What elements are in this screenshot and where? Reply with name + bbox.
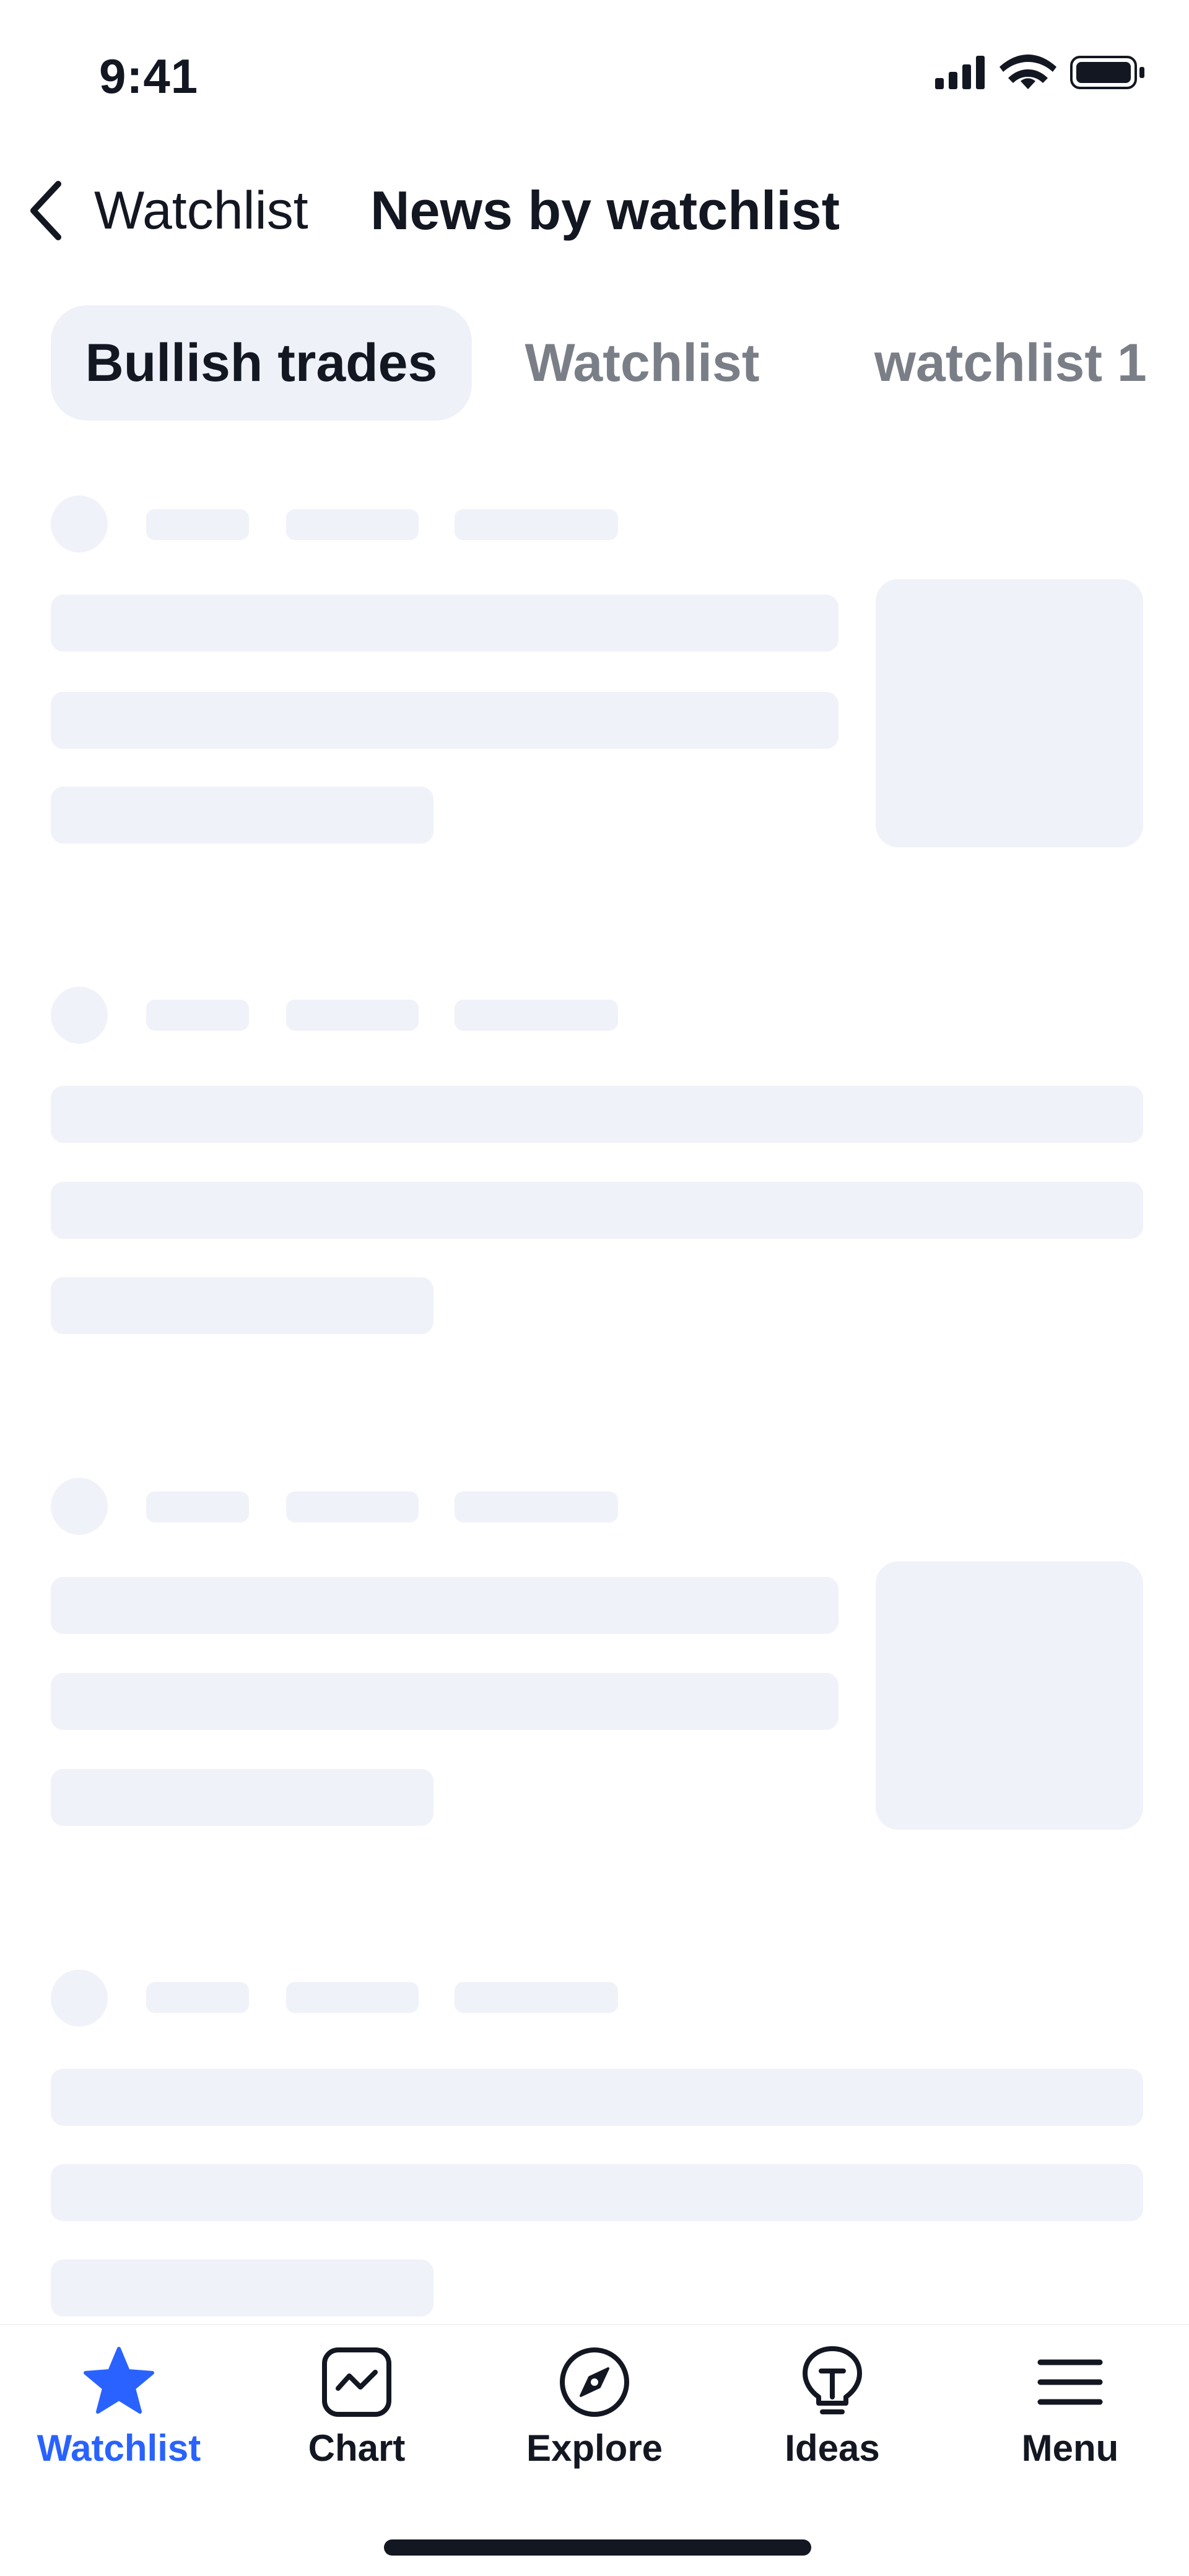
skeleton-meta — [455, 1000, 618, 1031]
tab-bar-menu[interactable]: Menu — [951, 2325, 1189, 2486]
cellular-signal-icon — [935, 56, 985, 89]
star-icon — [81, 2344, 157, 2421]
skeleton-line — [51, 1769, 433, 1826]
skeleton-thumbnail — [876, 579, 1143, 847]
skeleton-avatar — [51, 1970, 108, 2027]
skeleton-thumbnail — [876, 1561, 1143, 1830]
skeleton-meta — [286, 1000, 419, 1031]
tab-bar-chart[interactable]: Chart — [238, 2325, 476, 2486]
tab-bar-label: Watchlist — [37, 2427, 201, 2469]
skeleton-line — [51, 1673, 838, 1730]
skeleton-line — [51, 1086, 1143, 1143]
skeleton-meta — [455, 1982, 618, 2013]
skeleton-line — [51, 2259, 433, 2316]
skeleton-meta — [455, 509, 618, 540]
skeleton-meta — [455, 1491, 618, 1522]
skeleton-avatar — [51, 1478, 108, 1535]
skeleton-line — [51, 1277, 433, 1334]
skeleton-line — [51, 1182, 1143, 1239]
skeleton-meta — [286, 1491, 419, 1522]
back-button[interactable]: Watchlist — [25, 177, 308, 245]
watchlist-tabs: Bullish trades Watchlist watchlist 1 — [51, 305, 1189, 421]
back-label: Watchlist — [94, 180, 308, 240]
skeleton-line — [51, 1577, 838, 1634]
skeleton-line — [51, 2164, 1143, 2221]
bottom-tab-bar: Watchlist Chart Explore Ideas Menu — [0, 2324, 1189, 2576]
tab-bar-label: Chart — [308, 2427, 406, 2469]
skeleton-avatar — [51, 496, 108, 552]
tab-watchlist[interactable]: Watchlist — [521, 305, 763, 421]
skeleton-meta — [146, 1982, 249, 2013]
tab-bar-watchlist[interactable]: Watchlist — [0, 2325, 238, 2486]
wifi-icon — [1000, 55, 1056, 89]
status-icons — [935, 53, 1146, 90]
chart-icon — [318, 2344, 395, 2421]
battery-icon — [1070, 56, 1144, 89]
tab-bullish-trades[interactable]: Bullish trades — [51, 305, 472, 421]
skeleton-meta — [146, 1491, 249, 1522]
skeleton-line — [51, 595, 838, 652]
status-time: 9:41 — [99, 49, 199, 103]
skeleton-meta — [146, 1000, 249, 1031]
menu-icon — [1032, 2344, 1108, 2421]
skeleton-meta — [146, 509, 249, 540]
page-title: News by watchlist — [370, 180, 840, 241]
chevron-left-icon — [25, 177, 68, 245]
skeleton-line — [51, 787, 433, 844]
tab-bar-label: Ideas — [785, 2427, 880, 2469]
tab-watchlist-1[interactable]: watchlist 1 — [874, 305, 1189, 421]
skeleton-meta — [286, 509, 419, 540]
skeleton-line — [51, 2069, 1143, 2126]
skeleton-avatar — [51, 987, 108, 1044]
compass-icon — [556, 2344, 633, 2421]
skeleton-meta — [286, 1982, 419, 2013]
skeleton-line — [51, 692, 838, 749]
tab-bar-label: Menu — [1021, 2427, 1119, 2469]
tab-bar-label: Explore — [526, 2427, 663, 2469]
lightbulb-icon — [794, 2344, 871, 2421]
tab-bar-explore[interactable]: Explore — [476, 2325, 713, 2486]
tab-bar-ideas[interactable]: Ideas — [713, 2325, 951, 2486]
news-by-watchlist-screen: 9:41 Watchlist News by watchlist Bullish… — [0, 0, 1189, 2576]
home-indicator — [384, 2539, 811, 2556]
